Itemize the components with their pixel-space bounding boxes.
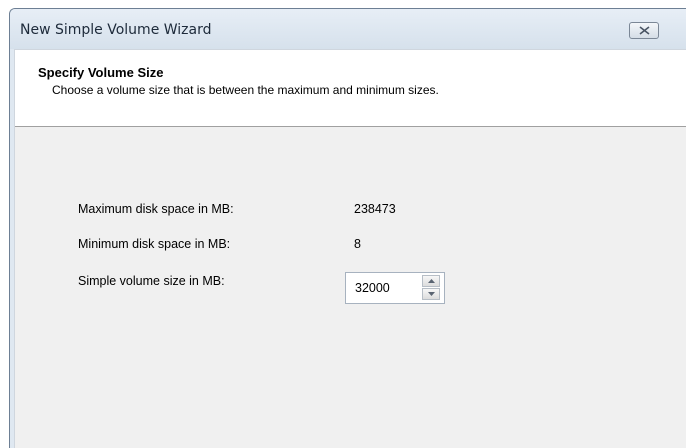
min-disk-space-value: 8	[354, 237, 361, 251]
chevron-up-icon	[428, 279, 435, 283]
wizard-header: Specify Volume Size Choose a volume size…	[15, 50, 686, 127]
title-bar[interactable]: New Simple Volume Wizard	[10, 9, 686, 49]
max-disk-space-label: Maximum disk space in MB:	[78, 202, 234, 216]
page-title: Specify Volume Size	[38, 65, 164, 80]
spin-buttons	[422, 275, 442, 301]
volume-size-input[interactable]	[346, 273, 422, 303]
chevron-down-icon	[428, 292, 435, 296]
close-button[interactable]	[629, 22, 659, 39]
spin-up-button[interactable]	[422, 275, 440, 287]
window-title: New Simple Volume Wizard	[20, 22, 212, 38]
spin-down-button[interactable]	[422, 288, 440, 300]
volume-size-spinbox[interactable]	[345, 272, 445, 304]
page-subtitle: Choose a volume size that is between the…	[52, 83, 439, 97]
wizard-page: Specify Volume Size Choose a volume size…	[14, 49, 686, 448]
max-disk-space-value: 238473	[354, 202, 396, 216]
close-icon	[639, 26, 650, 35]
volume-size-label: Simple volume size in MB:	[78, 274, 225, 288]
wizard-window: New Simple Volume Wizard Specify Volume …	[9, 8, 686, 448]
min-disk-space-label: Minimum disk space in MB:	[78, 237, 231, 251]
